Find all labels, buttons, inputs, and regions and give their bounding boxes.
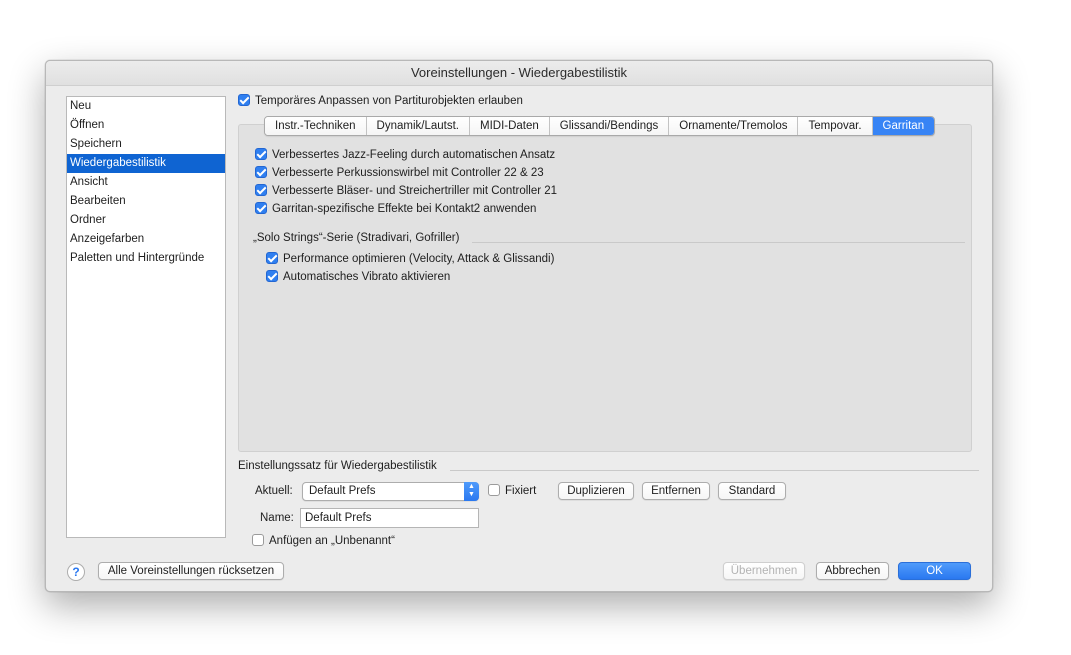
fixed-checkbox[interactable]	[488, 483, 500, 496]
sidebar-item-paletten[interactable]: Paletten und Hintergründe	[67, 249, 225, 268]
solo-option-vibrato[interactable]: Automatisches Vibrato aktivieren	[266, 269, 451, 283]
preset-section-heading: Einstellungssatz für Wiedergabestilistik	[238, 460, 437, 472]
kontakt-label: Garritan-spezifische Effekte bei Kontakt…	[272, 203, 537, 215]
current-preset-value: Default Prefs	[309, 485, 376, 497]
temp-adjust-checkbox[interactable]	[238, 93, 250, 106]
kontakt-checkbox[interactable]	[255, 201, 267, 214]
preset-section-separator	[450, 470, 979, 471]
window-title: Voreinstellungen - Wiedergabestilistik	[46, 61, 992, 86]
tab-garritan[interactable]: Garritan	[872, 117, 935, 135]
reset-all-button[interactable]: Alle Voreinstellungen rücksetzen	[98, 562, 284, 580]
vibrato-checkbox[interactable]	[266, 269, 278, 282]
perkussion-checkbox[interactable]	[255, 165, 267, 178]
sidebar-item-wiedergabestilistik[interactable]: Wiedergabestilistik	[67, 154, 225, 173]
tab-ornamente[interactable]: Ornamente/Tremolos	[669, 117, 799, 135]
tab-dynamik[interactable]: Dynamik/Lautst.	[366, 117, 470, 135]
jazz-label: Verbessertes Jazz-Feeling durch automati…	[272, 149, 556, 161]
temp-adjust-option[interactable]: Temporäres Anpassen von Partiturobjekten…	[238, 93, 523, 107]
cancel-button[interactable]: Abbrechen	[816, 562, 889, 580]
tab-glissandi[interactable]: Glissandi/Bendings	[549, 117, 670, 135]
append-label: Anfügen an „Unbenannt“	[269, 535, 395, 547]
append-option[interactable]: Anfügen an „Unbenannt“	[252, 533, 395, 547]
garritan-option-kontakt[interactable]: Garritan-spezifische Effekte bei Kontakt…	[255, 201, 537, 215]
name-input[interactable]	[300, 508, 479, 528]
fixed-label: Fixiert	[505, 485, 537, 497]
solo-option-performance[interactable]: Performance optimieren (Velocity, Attack…	[266, 251, 555, 265]
performance-checkbox[interactable]	[266, 251, 278, 264]
temp-adjust-label: Temporäres Anpassen von Partiturobjekten…	[255, 95, 523, 107]
triller-checkbox[interactable]	[255, 183, 267, 196]
sidebar-item-ansicht[interactable]: Ansicht	[67, 173, 225, 192]
tab-midi-daten[interactable]: MIDI-Daten	[470, 117, 550, 135]
perkussion-label: Verbesserte Perkussionswirbel mit Contro…	[272, 167, 544, 179]
performance-label: Performance optimieren (Velocity, Attack…	[283, 253, 555, 265]
standard-button[interactable]: Standard	[718, 482, 786, 500]
sidebar-item-oeffnen[interactable]: Öffnen	[67, 116, 225, 135]
garritan-option-triller[interactable]: Verbesserte Bläser- und Streichertriller…	[255, 183, 558, 197]
sidebar-item-ordner[interactable]: Ordner	[67, 211, 225, 230]
solo-strings-separator	[472, 242, 965, 243]
garritan-option-perkussion[interactable]: Verbesserte Perkussionswirbel mit Contro…	[255, 165, 544, 179]
sidebar-item-speichern[interactable]: Speichern	[67, 135, 225, 154]
select-arrows-icon: ▲ ▼	[464, 482, 479, 501]
name-label: Name:	[260, 512, 294, 524]
duplicate-button[interactable]: Duplizieren	[558, 482, 634, 500]
jazz-checkbox[interactable]	[255, 147, 267, 160]
current-label: Aktuell:	[255, 485, 293, 497]
sidebar-item-bearbeiten[interactable]: Bearbeiten	[67, 192, 225, 211]
help-button[interactable]: ?	[67, 563, 85, 581]
apply-button[interactable]: Übernehmen	[723, 562, 805, 580]
preferences-window: Voreinstellungen - Wiedergabestilistik N…	[45, 60, 993, 592]
fixed-option[interactable]: Fixiert	[488, 483, 537, 497]
append-checkbox[interactable]	[252, 533, 264, 546]
tab-bar: Instr.-Techniken Dynamik/Lautst. MIDI-Da…	[264, 116, 936, 136]
garritan-option-jazz[interactable]: Verbessertes Jazz-Feeling durch automati…	[255, 147, 556, 161]
preferences-sidebar: Neu Öffnen Speichern Wiedergabestilistik…	[66, 96, 226, 538]
remove-button[interactable]: Entfernen	[642, 482, 710, 500]
vibrato-label: Automatisches Vibrato aktivieren	[283, 271, 451, 283]
sidebar-item-anzeigefarben[interactable]: Anzeigefarben	[67, 230, 225, 249]
tab-tempovar[interactable]: Tempovar.	[798, 117, 873, 135]
triller-label: Verbesserte Bläser- und Streichertriller…	[272, 185, 558, 197]
ok-button[interactable]: OK	[898, 562, 971, 580]
sidebar-item-neu[interactable]: Neu	[67, 97, 225, 116]
current-preset-select[interactable]: Default Prefs ▲ ▼	[302, 482, 479, 501]
tab-instr-techniken[interactable]: Instr.-Techniken	[265, 117, 367, 135]
